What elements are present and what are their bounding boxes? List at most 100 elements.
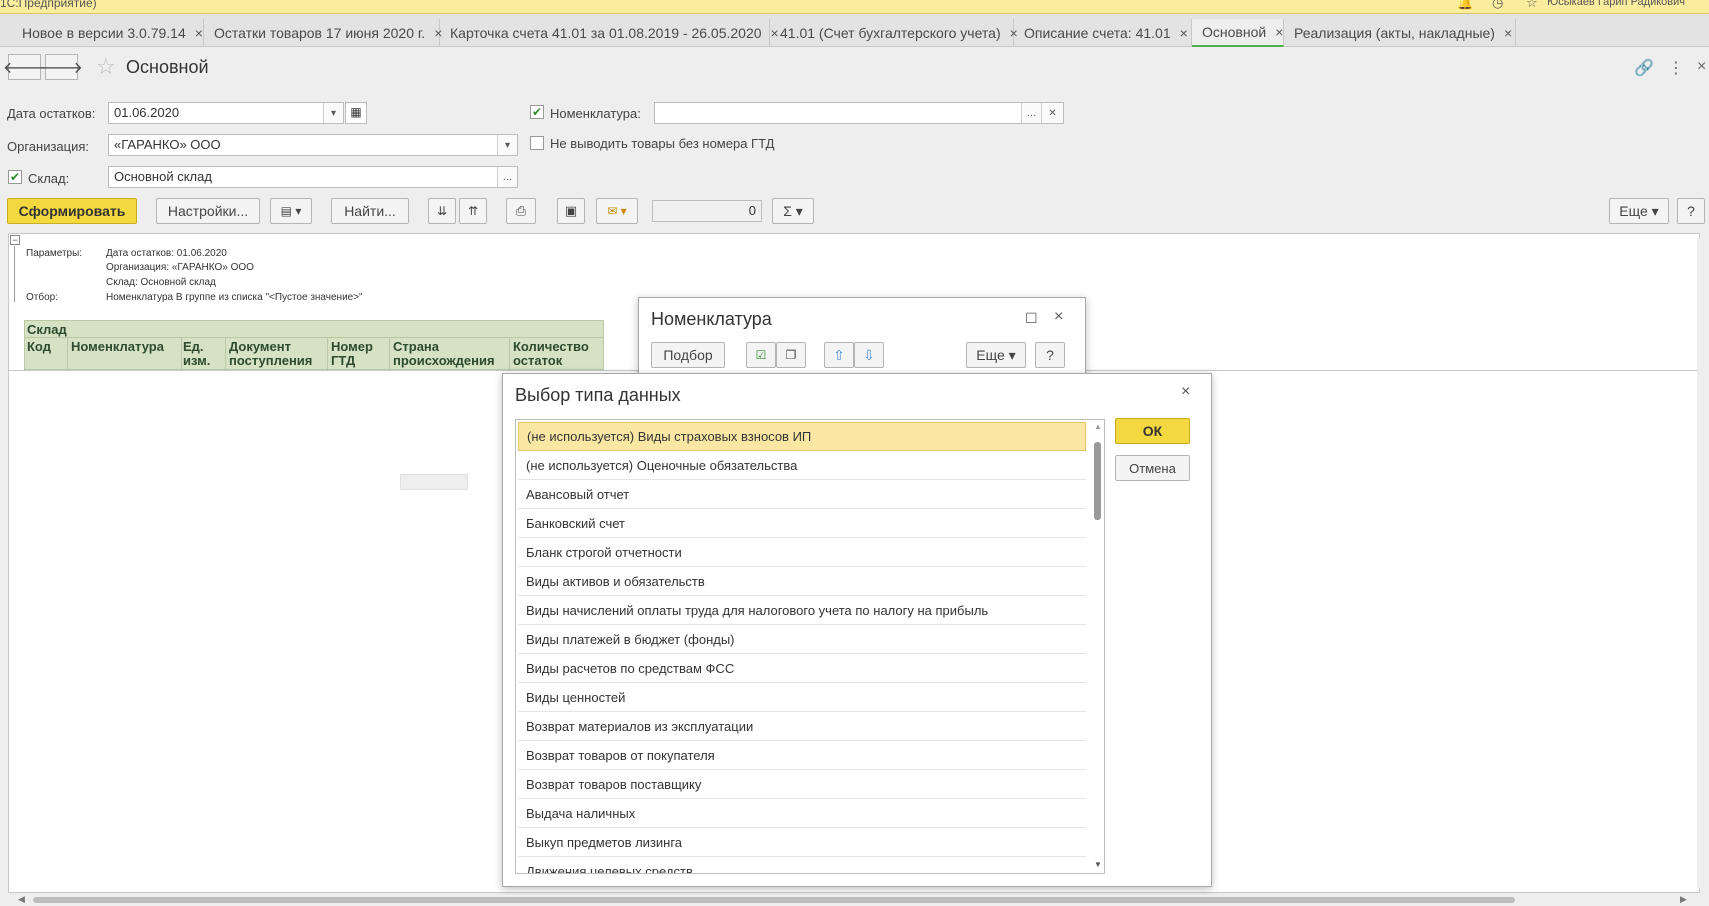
forward-button[interactable]: 🡒 [40,54,83,80]
back-button[interactable]: 🡐 [3,54,46,80]
collapse-group-icon[interactable]: − [10,235,20,245]
tab-stock-report[interactable]: Остатки товаров 17 июня 2020 г. × [204,19,442,47]
favorite-star-icon[interactable]: ☆ [96,54,116,80]
email-dropdown-icon[interactable]: ✉ ▾ [596,198,638,224]
history-icon[interactable]: ◷ [1492,0,1503,11]
scrollbar-thumb[interactable] [1094,442,1101,520]
move-down-icon[interactable]: ⇩ [854,342,884,368]
data-type-item[interactable]: Бланк строгой отчетности [518,538,1086,567]
data-type-item[interactable]: Виды начислений оплаты труда для налогов… [518,596,1086,625]
no-gtd-checkbox[interactable]: ✔ [530,136,544,150]
data-type-item[interactable]: (не используется) Оценочные обязательств… [518,451,1086,480]
app-title-bar: 1С:Предприятие) 🔔 ◷ ☆ Юсыкаев Гарип Ради… [0,0,1709,14]
favorites-icon[interactable]: ☆ [1526,0,1538,11]
data-type-item[interactable]: Виды активов и обязательств [518,567,1086,596]
nomenclature-field[interactable]: … ✕ [654,102,1064,124]
horizontal-scrollbar-thumb[interactable] [33,897,1515,903]
move-up-icon[interactable]: ⇧ [824,342,854,368]
bell-icon[interactable]: 🔔 [1457,0,1473,11]
close-icon[interactable]: × [1180,25,1188,41]
uncheck-all-icon[interactable]: ❐ [776,342,806,368]
cancel-button[interactable]: Отмена [1115,455,1190,481]
maximize-icon[interactable]: ☐ [1025,310,1038,327]
close-icon[interactable]: × [1504,25,1512,41]
data-type-item[interactable]: Виды ценностей [518,683,1086,712]
tab-account-card[interactable]: Карточка счета 41.01 за 01.08.2019 - 26.… [440,19,779,47]
close-form-icon[interactable]: × [1697,58,1706,76]
scroll-left-icon[interactable]: ◀ [18,894,25,905]
data-type-item[interactable]: Выдача наличных [518,799,1086,828]
tab-label: Основной [1202,24,1267,40]
nomenclature-checkbox[interactable]: ✔ [530,105,544,119]
close-icon[interactable]: × [1275,24,1283,40]
tab-label: 41.01 (Счет бухгалтерского учета) [780,25,1001,41]
data-type-item[interactable]: Возврат материалов из эксплуатации [518,712,1086,741]
warehouse-value: Основной склад [114,169,212,184]
data-type-item[interactable]: (не используется) Виды страховых взносов… [518,422,1086,451]
tab-osnovnoy[interactable]: Основной × [1192,19,1284,47]
data-type-item[interactable]: Банковский счет [518,509,1086,538]
calendar-icon[interactable]: ▦ [345,102,367,124]
vertical-scrollbar[interactable] [1697,238,1705,888]
sum-value-field: 0 [652,200,762,222]
group-header-warehouse: Склад [27,322,67,337]
tab-account-description[interactable]: Описание счета: 41.01 × [1014,19,1192,47]
data-type-item[interactable]: Авансовый отчет [518,480,1086,509]
clear-icon[interactable]: ✕ [1041,103,1063,123]
ellipsis-icon[interactable]: … [1021,103,1041,123]
user-name[interactable]: Юсыкаев Гарип Радикович [1547,0,1685,8]
collapse-groups-icon[interactable]: ⇈ [459,198,487,224]
scroll-right-icon[interactable]: ▶ [1680,894,1687,905]
tab-label: Остатки товаров 17 июня 2020 г. [214,25,426,41]
nom-more-button[interactable]: Еще ▾ [966,342,1026,368]
close-icon[interactable]: × [1054,308,1063,326]
variants-dropdown-icon[interactable]: ▤ ▾ [270,198,312,224]
tab-account-41[interactable]: 41.01 (Счет бухгалтерского учета) × [770,19,1018,47]
print-icon[interactable]: ⎙ [506,198,536,224]
data-type-item[interactable]: Виды платежей в бюджет (фонды) [518,625,1086,654]
more-menu-icon[interactable]: ⋮ [1668,58,1684,78]
data-type-item[interactable]: Возврат товаров поставщику [518,770,1086,799]
more-button[interactable]: Еще ▾ [1609,198,1669,224]
data-type-item[interactable]: Выкуп предметов лизинга [518,828,1086,857]
data-type-dialog-title: Выбор типа данных [515,385,681,405]
expand-groups-icon[interactable]: ⇊ [428,198,456,224]
data-type-list[interactable]: (не используется) Виды страховых взносов… [515,419,1105,874]
nom-more-label: Еще [976,347,1005,363]
settings-button[interactable]: Настройки... [156,198,260,224]
col-unit: Ед. изм. [183,339,211,368]
generate-button[interactable]: Сформировать [7,198,137,224]
data-type-item[interactable]: Движения целевых средств [518,857,1086,874]
close-icon[interactable]: × [1181,383,1190,401]
save-icon[interactable]: ▣ [557,198,585,224]
scroll-down-icon[interactable]: ▼ [1094,860,1102,869]
date-field[interactable]: 01.06.2020 ▾ [108,102,344,124]
organization-value: «ГАРАНКО» ООО [114,137,221,152]
warehouse-field[interactable]: Основной склад … [108,166,518,188]
link-icon[interactable]: 🔗 [1634,58,1654,78]
scroll-up-icon[interactable]: ▲ [1094,422,1102,431]
data-type-item[interactable]: Виды расчетов по средствам ФСС [518,654,1086,683]
ok-button[interactable]: ОК [1115,418,1190,444]
warehouse-checkbox[interactable]: ✔ [8,170,22,184]
param-org: Организация: «ГАРАНКО» ООО [106,262,254,273]
ellipsis-icon[interactable]: … [497,167,517,187]
close-icon[interactable]: × [195,25,203,41]
find-button[interactable]: Найти... [331,198,409,224]
no-gtd-label: Не выводить товары без номера ГТД [550,136,775,151]
sum-dropdown-icon[interactable]: Σ ▾ [772,198,814,224]
select-button[interactable]: Подбор [651,342,725,368]
help-button[interactable]: ? [1677,198,1705,224]
tab-label: Новое в версии 3.0.79.14 [22,25,186,41]
organization-field[interactable]: «ГАРАНКО» ООО ▾ [108,134,518,156]
tab-whats-new[interactable]: Новое в версии 3.0.79.14 × [12,19,204,47]
chevron-down-icon[interactable]: ▾ [497,135,517,155]
check-all-icon[interactable]: ☑ [746,342,776,368]
col-code: Код [27,339,51,354]
chevron-down-icon[interactable]: ▾ [323,103,343,123]
tab-sales[interactable]: Реализация (акты, накладные) × [1284,19,1516,47]
nom-help-button[interactable]: ? [1035,342,1065,368]
more-label: Еще [1619,203,1648,219]
data-type-item[interactable]: Возврат товаров от покупателя [518,741,1086,770]
nomenclature-dialog-title: Номенклатура [651,309,772,329]
